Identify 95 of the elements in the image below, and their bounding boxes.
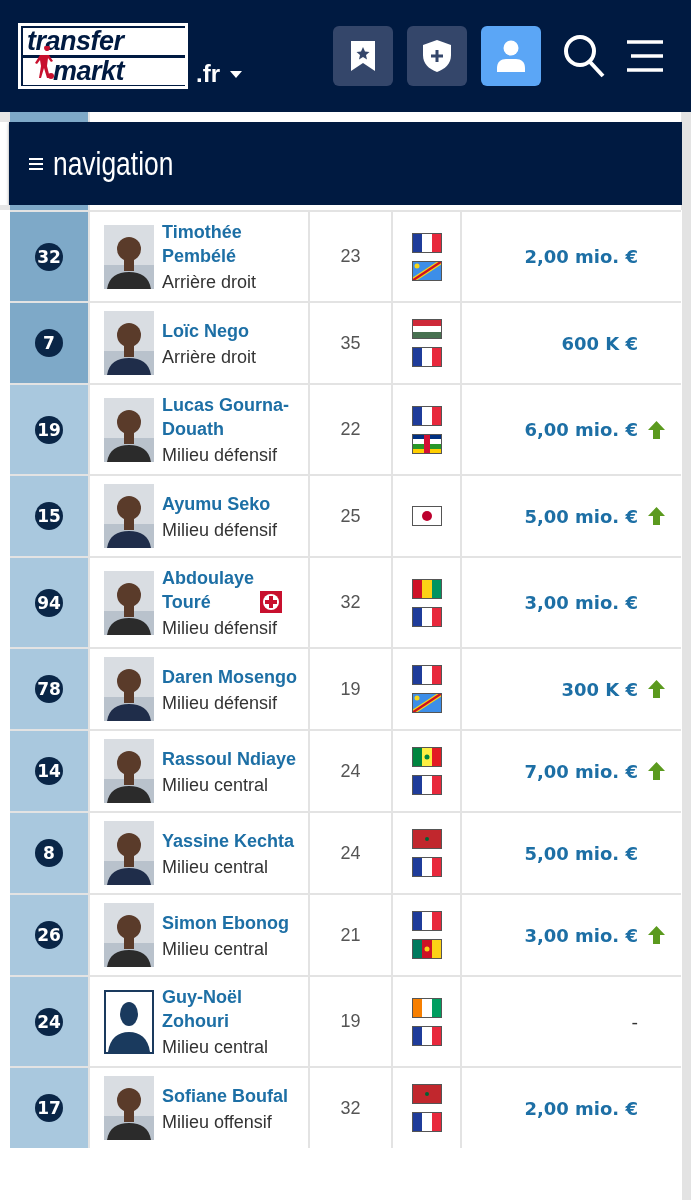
shirt-number: 94 (35, 588, 63, 617)
search-button[interactable] (563, 34, 605, 78)
player-position: Milieu central (162, 1037, 270, 1058)
flag-icon (411, 693, 442, 713)
logo[interactable]: transfer markt (18, 23, 188, 89)
flag-icon (411, 606, 442, 627)
player-name-link[interactable]: Timothée Pembélé (162, 220, 304, 268)
player-name-link[interactable]: Daren Mosengo (162, 664, 298, 689)
profile-button[interactable] (481, 26, 541, 86)
shirt-number: 14 (35, 757, 63, 785)
player-position: Milieu central (162, 774, 270, 796)
shirt-number: 32 (35, 242, 63, 271)
player-name-link[interactable]: Ayumu Seko (162, 491, 271, 516)
flag-icon (411, 939, 442, 959)
player-age: 32 (340, 1097, 361, 1119)
player-age: 24 (340, 842, 361, 864)
navigation-label: navigation (53, 144, 174, 183)
player-age: 21 (340, 924, 361, 946)
market-value: 2,00 mio. € (524, 246, 638, 267)
shield-plus-button[interactable] (407, 26, 467, 86)
player-age: 24 (340, 760, 361, 782)
player-name-link[interactable]: Lucas Gourna-Douath (162, 393, 304, 441)
domain-selector[interactable]: .fr (196, 60, 242, 88)
market-value: 600 K € (561, 332, 638, 354)
player-position: Milieu central (162, 856, 270, 878)
flag-icon (411, 857, 442, 877)
flag-icon (411, 578, 442, 599)
player-position: Arrière droit (162, 272, 258, 293)
player-age: 25 (340, 505, 361, 527)
market-value: 5,00 mio. € (524, 505, 638, 527)
market-value: - (631, 1011, 638, 1032)
flag-icon (411, 506, 442, 526)
bookmark-button[interactable] (333, 26, 393, 86)
market-value: 5,00 mio. € (524, 842, 638, 864)
caret-icon (230, 70, 242, 78)
player-position: Arrière droit (162, 346, 257, 368)
shirt-number: 24 (35, 1007, 63, 1036)
shirt-number: 19 (35, 415, 63, 444)
shirt-number: 8 (35, 839, 63, 867)
market-value: 3,00 mio. € (524, 924, 638, 946)
shirt-number: 7 (35, 329, 63, 357)
player-name-link[interactable]: Rassoul Ndiaye (162, 746, 297, 771)
player-name-link[interactable]: Yassine Kechta (162, 828, 295, 853)
player-name-link[interactable]: Loïc Nego (162, 318, 249, 343)
player-silhouette-icon (104, 989, 154, 1054)
menu-icon (627, 40, 663, 72)
player-name-link[interactable]: Simon Ebonog (162, 910, 289, 935)
flag-icon (411, 1112, 442, 1132)
flag-icon (411, 829, 442, 849)
shield-plus-icon (423, 40, 451, 72)
player-position: Milieu défensif (162, 445, 279, 466)
player-position: Milieu défensif (162, 618, 279, 639)
player-age: 23 (340, 246, 361, 267)
flag-icon (411, 775, 442, 795)
market-value: 7,00 mio. € (524, 760, 638, 782)
market-value: 6,00 mio. € (524, 419, 638, 440)
logo-text: transfer (23, 27, 185, 55)
flag-icon (411, 665, 442, 685)
menu-button[interactable] (627, 40, 663, 72)
player-name-link[interactable]: Sofiane Boufal (162, 1083, 288, 1108)
player-age: 22 (340, 419, 361, 440)
shirt-number: 17 (35, 1094, 63, 1122)
shirt-number: 26 (35, 921, 63, 949)
menu-icon (29, 156, 43, 171)
flag-icon (411, 1084, 442, 1104)
search-icon (563, 34, 605, 78)
flag-icon (411, 405, 442, 426)
logo-text: markt (23, 57, 185, 85)
flag-icon (411, 232, 442, 253)
player-age: 32 (340, 592, 361, 613)
user-icon (497, 40, 525, 72)
shirt-number: 15 (35, 502, 63, 530)
player-position: Milieu central (162, 938, 270, 960)
flag-icon (411, 433, 442, 454)
player-position: Milieu offensif (162, 1111, 273, 1133)
player-name-link[interactable]: Guy-Noël Zohouri (162, 985, 304, 1033)
player-position: Milieu défensif (162, 519, 278, 541)
market-value: 300 K € (561, 678, 638, 700)
player-name-link[interactable]: Abdoulaye Touré (162, 566, 254, 614)
flag-icon (411, 997, 442, 1018)
player-age: 19 (340, 1011, 361, 1032)
flag-icon (411, 260, 442, 281)
market-value: 3,00 mio. € (524, 592, 638, 613)
market-value: 2,00 mio. € (524, 1097, 638, 1119)
navigation-bar[interactable]: navigation (9, 122, 682, 205)
bookmark-star-icon (351, 41, 375, 71)
player-age: 19 (340, 678, 361, 700)
flag-icon (411, 319, 442, 339)
shirt-number: 78 (35, 675, 63, 703)
flag-icon (411, 911, 442, 931)
player-age: 35 (340, 332, 361, 354)
flag-icon (411, 747, 442, 767)
flag-icon (411, 1025, 442, 1046)
player-position: Milieu défensif (162, 692, 279, 714)
flag-icon (411, 347, 442, 367)
